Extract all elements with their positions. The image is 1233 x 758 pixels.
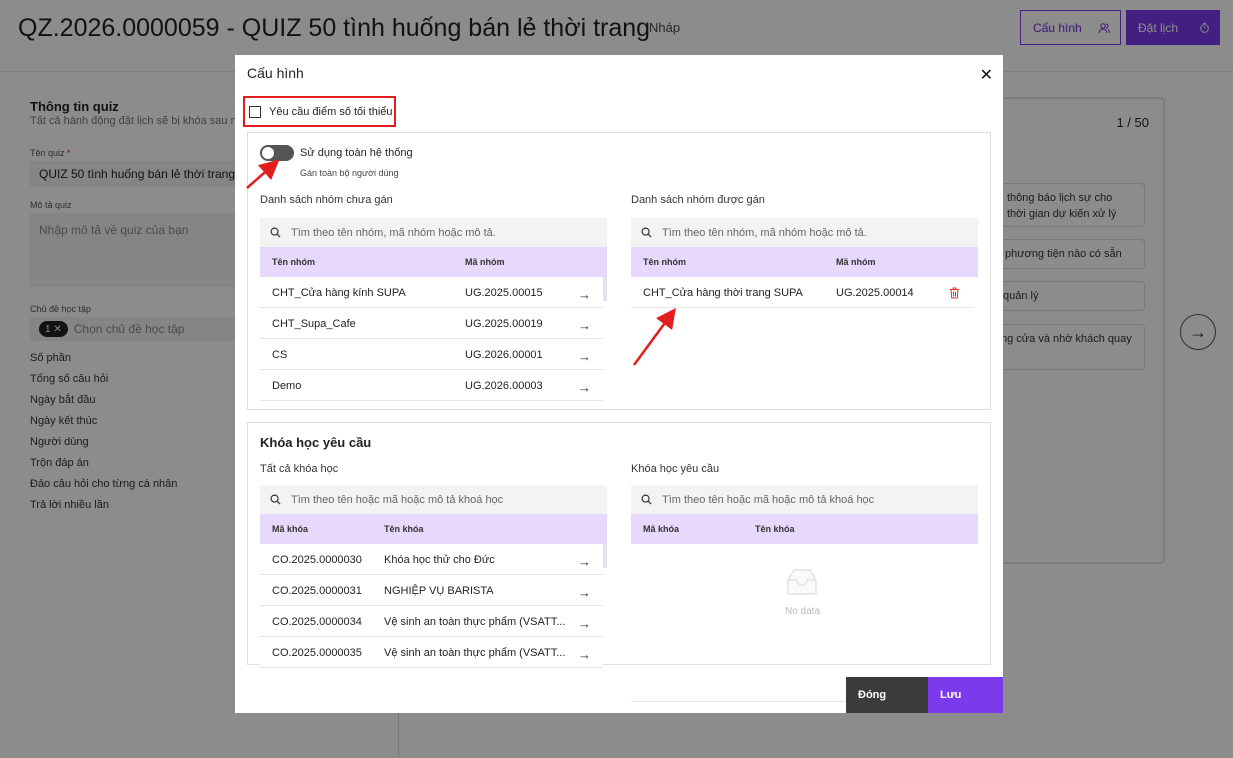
annotation-arrow — [632, 307, 676, 366]
annotation-arrows — [246, 159, 676, 366]
annotation-arrow — [246, 159, 280, 189]
